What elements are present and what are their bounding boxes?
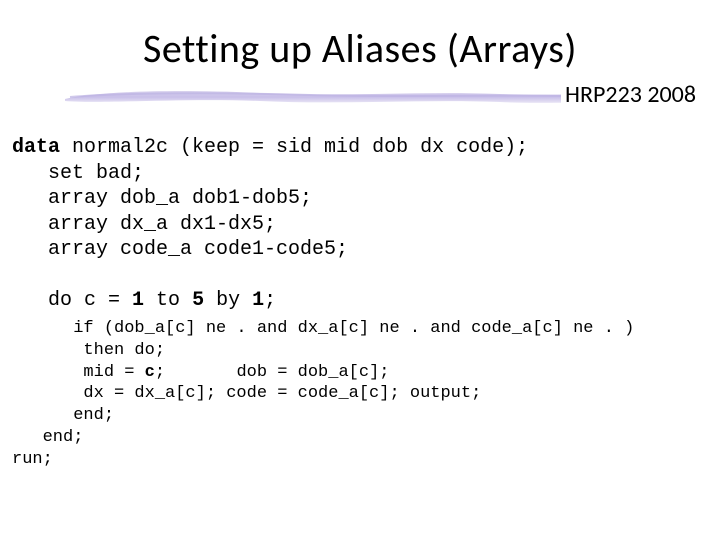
code-text: array dx_a dx1-dx5; bbox=[12, 213, 276, 236]
code-keyword: data bbox=[12, 136, 60, 159]
slide-title: Setting up Aliases (Arrays) bbox=[0, 24, 720, 73]
code-text: normal2c (keep = sid mid dob dx code); bbox=[60, 136, 528, 159]
code-text: ; bbox=[264, 289, 276, 312]
code-literal: c bbox=[145, 363, 155, 382]
code-text: if (dob_a[c] ne . and dx_a[c] ne . and c… bbox=[12, 319, 634, 338]
code-text: mid = bbox=[12, 363, 145, 382]
code-literal: 5 bbox=[192, 289, 204, 312]
code-text: set bad; bbox=[12, 162, 144, 185]
code-block-1: data normal2c (keep = sid mid dob dx cod… bbox=[12, 135, 528, 263]
code-text: do c = bbox=[12, 289, 132, 312]
code-text: then do; bbox=[12, 341, 165, 360]
code-text: ; dob = dob_a[c]; bbox=[155, 363, 390, 382]
code-text: to bbox=[144, 289, 192, 312]
code-text: run; bbox=[12, 450, 53, 469]
course-tag: HRP223 2008 bbox=[561, 80, 700, 109]
code-text: end; bbox=[12, 428, 83, 447]
slide: Setting up Aliases (Arrays) HRP223 2008 … bbox=[0, 0, 720, 540]
code-text: dx = dx_a[c]; code = code_a[c]; output; bbox=[12, 384, 481, 403]
code-literal: 1 bbox=[132, 289, 144, 312]
code-literal: 1 bbox=[252, 289, 264, 312]
code-text: by bbox=[204, 289, 252, 312]
code-text: array dob_a dob1-dob5; bbox=[12, 187, 312, 210]
code-block-2: do c = 1 to 5 by 1; bbox=[12, 288, 276, 314]
code-block-3: if (dob_a[c] ne . and dx_a[c] ne . and c… bbox=[12, 318, 634, 470]
code-text: array code_a code1-code5; bbox=[12, 238, 348, 261]
code-text: end; bbox=[12, 406, 114, 425]
